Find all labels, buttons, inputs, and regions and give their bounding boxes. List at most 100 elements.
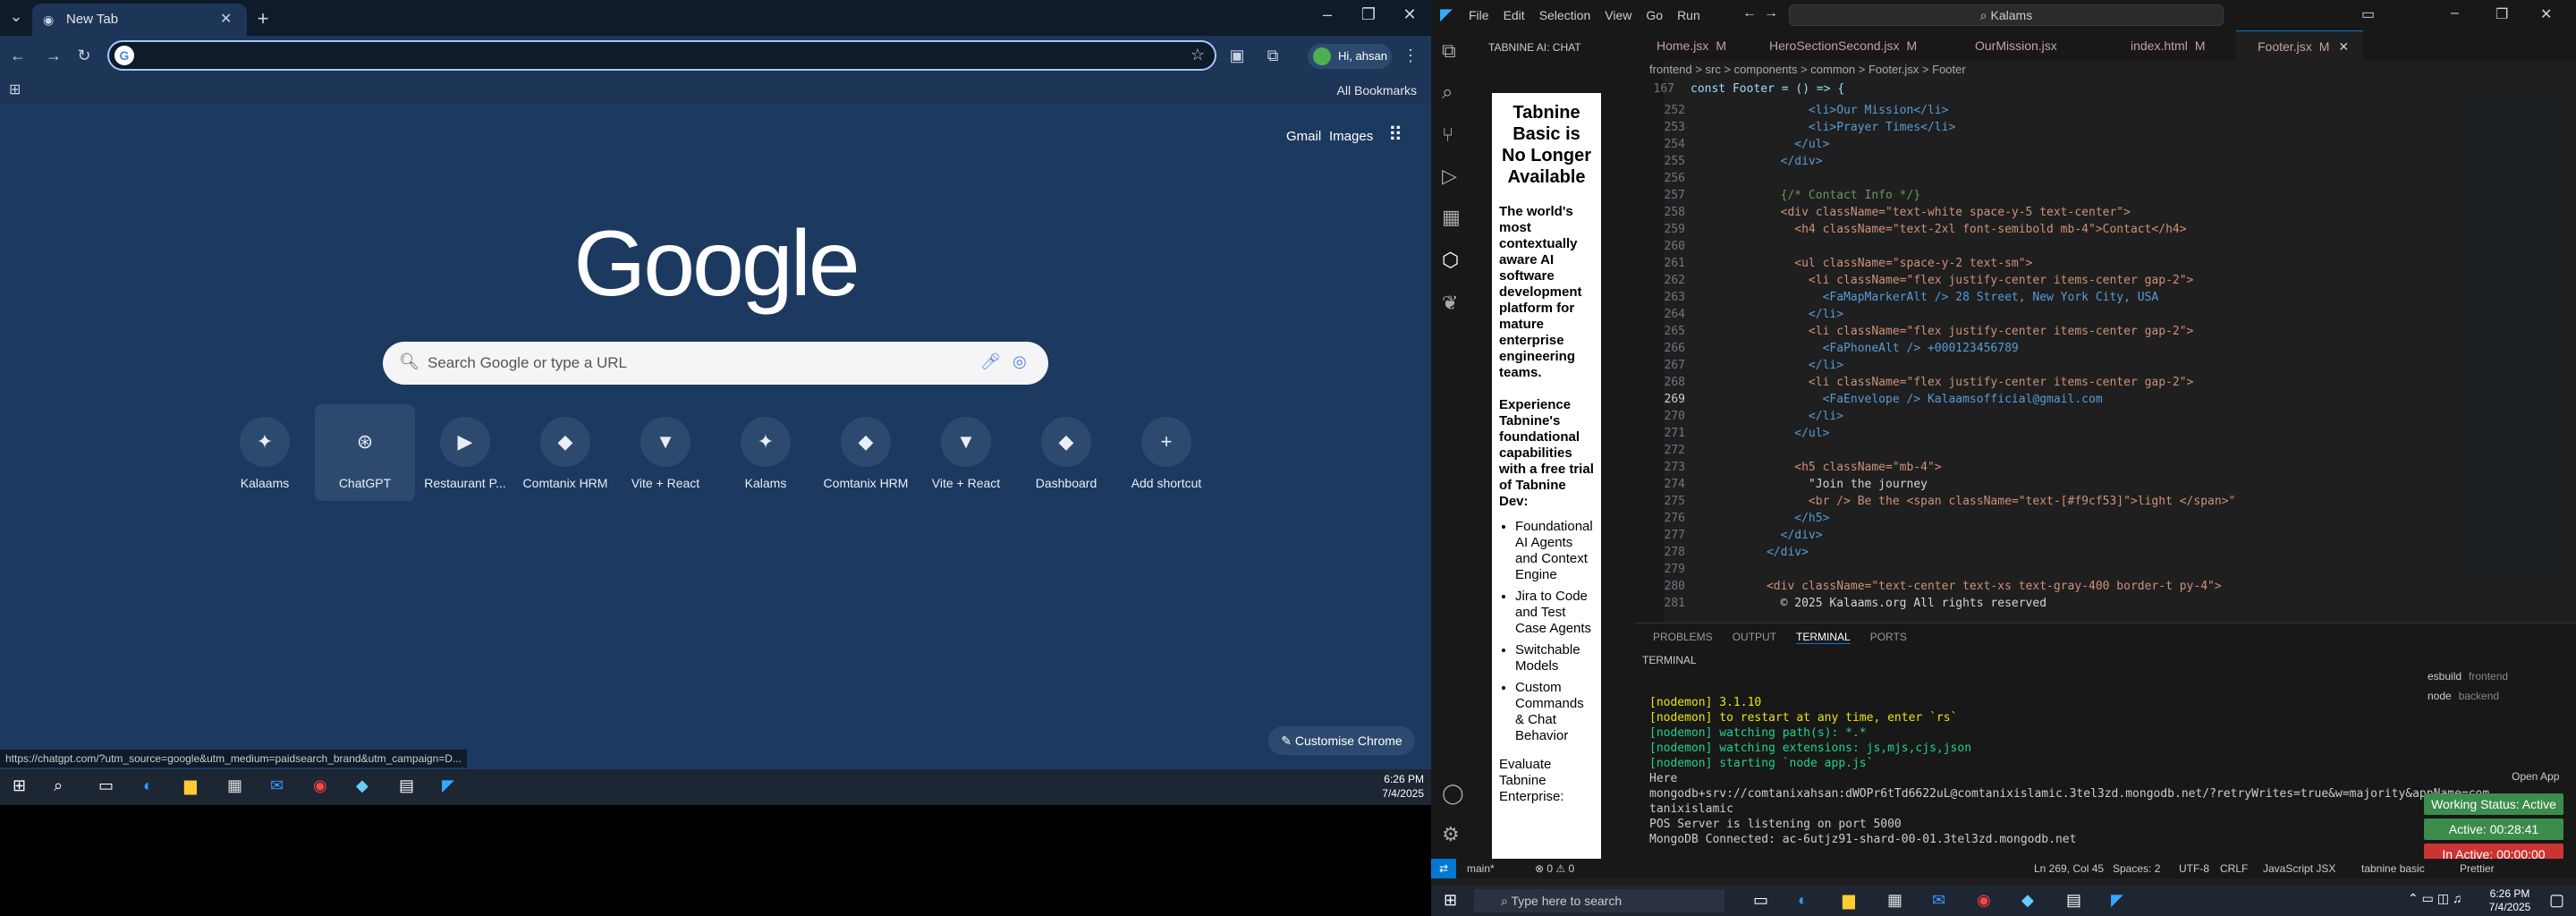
menu-icon[interactable]: ⋮ (1402, 47, 1419, 65)
shortcut-tile[interactable]: ▼ Vite + React (916, 404, 1016, 501)
gmail-link[interactable]: Gmail (1286, 129, 1321, 144)
editor-tab[interactable]: index.html M (2109, 30, 2236, 61)
cursor-position[interactable]: Ln 269, Col 45 (2034, 859, 2104, 878)
edge-icon[interactable]: ◐ (1798, 891, 1808, 910)
address-bar[interactable]: G ☆ (107, 40, 1216, 71)
editor-tab[interactable]: Home.jsx M (1635, 30, 1748, 61)
git-branch[interactable]: main* (1467, 859, 1495, 878)
tabnine-status[interactable]: tabnine basic (2361, 859, 2425, 878)
forward-icon[interactable]: → (45, 47, 63, 65)
encoding[interactable]: UTF-8 (2179, 859, 2209, 878)
notifications-icon[interactable]: ▢ (2549, 891, 2564, 910)
working-status-button[interactable]: Working Status: Active (2424, 793, 2563, 815)
close-icon[interactable]: ✕ (2540, 5, 2552, 23)
search-icon[interactable]: ⌕ (1442, 81, 1453, 104)
terminal-instance[interactable]: esbuild frontend (2428, 670, 2571, 690)
google-apps-icon[interactable]: ⠿ (1388, 123, 1402, 147)
extension-icon[interactable]: ▣ (1227, 47, 1247, 65)
task-view-icon[interactable]: ▭ (1753, 891, 1768, 910)
search-box[interactable]: 🔍︎ Search Google or type a URL 🎤︎ ◎ (383, 342, 1048, 385)
editor-tab[interactable]: HeroSectionSecond.jsx M (1748, 30, 1953, 61)
account-icon[interactable]: ◯ (1442, 782, 1464, 805)
terminal-instance[interactable]: node backend (2428, 690, 2571, 709)
panel-tab[interactable]: OUTPUT (1733, 631, 1776, 643)
all-bookmarks[interactable]: All Bookmarks (1337, 83, 1417, 98)
tabnine-icon[interactable]: ⬡ (1442, 249, 1459, 272)
menu-item[interactable]: Selection (1539, 8, 1591, 22)
close-window-icon[interactable]: ✕ (1399, 5, 1420, 24)
search-icon[interactable]: ⌕ (54, 776, 63, 795)
minimize-icon[interactable]: – (1317, 5, 1338, 24)
new-tab-icon[interactable]: + (252, 7, 274, 30)
shortcut-tile[interactable]: ⊛ ChatGPT (315, 404, 415, 501)
prettier-status[interactable]: Prettier (2460, 859, 2495, 878)
chrome-icon[interactable]: ◉ (313, 776, 327, 795)
mail-icon[interactable]: ✉ (270, 776, 284, 795)
lens-icon[interactable]: ◎ (1013, 352, 1027, 371)
menu-item[interactable]: Run (1677, 8, 1700, 22)
shortcut-tile[interactable]: ◆ Dashboard (1016, 404, 1116, 501)
source-control-icon[interactable]: ⑂ (1442, 123, 1453, 147)
menu-item[interactable]: File (1469, 8, 1489, 22)
settings-gear-icon[interactable]: ⚙ (1442, 823, 1460, 846)
panel-tab[interactable]: PORTS (1870, 631, 1907, 643)
tab-new-tab[interactable]: ◉ New Tab ✕ (32, 4, 247, 36)
terminal-output[interactable]: [nodemon] 3.1.10 [nodemon] to restart at … (1649, 695, 2489, 847)
maximize-icon[interactable]: ❐ (1358, 5, 1379, 24)
file-explorer-icon[interactable]: ▆ (184, 776, 197, 795)
reload-icon[interactable]: ↻ (75, 47, 93, 65)
edge-icon[interactable]: ◐ (143, 776, 153, 795)
problems-errors[interactable]: ⊗ 0 ⚠ 0 (1535, 859, 1574, 878)
command-center[interactable]: ⌕ Kalams (1789, 4, 2224, 26)
nav-back-icon[interactable]: ← (1742, 5, 1757, 21)
indent[interactable]: Spaces: 2 (2113, 859, 2160, 878)
maximize-icon[interactable]: ❐ (2496, 5, 2508, 23)
windows-start-icon[interactable]: ⊞ (13, 776, 26, 795)
shortcut-tile[interactable]: ▼ Vite + React (615, 404, 716, 501)
menu-item[interactable]: Edit (1504, 8, 1525, 22)
minimap[interactable] (2460, 89, 2558, 572)
minimize-icon[interactable]: – (2451, 5, 2459, 21)
bookmark-star-icon[interactable]: ☆ (1188, 46, 1208, 64)
language-mode[interactable]: JavaScript JSX (2263, 859, 2335, 878)
extensions-icon[interactable]: ▦ (1442, 206, 1461, 229)
panel-tab[interactable]: TERMINAL (1796, 631, 1851, 644)
windows-start-icon[interactable]: ⊞ (1444, 891, 1457, 910)
code-editor[interactable]: 252 <li>Our Mission</li> 253 <li>Prayer T… (1635, 102, 2440, 635)
shortcut-tile[interactable]: ◆ Comtanix HRM (515, 404, 615, 501)
customise-chrome-button[interactable]: ✎ Customise Chrome (1268, 726, 1415, 755)
close-tab-icon[interactable]: ✕ (2338, 39, 2349, 54)
back-icon[interactable]: ← (9, 47, 27, 65)
vscode-icon[interactable]: ◤ (2111, 891, 2123, 910)
shortcut-tile[interactable]: + Add shortcut (1116, 404, 1216, 501)
shortcut-tile[interactable]: ✦ Kalaams (215, 404, 315, 501)
shortcut-tile[interactable]: ✦ Kalams (716, 404, 816, 501)
editor-tab[interactable]: Footer.jsx M ✕ (2236, 30, 2363, 61)
remote-icon[interactable]: ⇄ (1431, 859, 1456, 878)
taskbar-search[interactable]: ⌕ Type here to search (1474, 889, 1724, 912)
app-icon[interactable]: ◆ (356, 776, 369, 795)
file-explorer-icon[interactable]: ▆ (1843, 891, 1855, 910)
terminal-icon[interactable]: ▤ (2066, 891, 2081, 910)
menu-item[interactable]: Go (1646, 8, 1663, 22)
panel-tab[interactable]: PROBLEMS (1653, 631, 1713, 643)
tab-search-icon[interactable]: ⌄ (7, 7, 25, 26)
store-icon[interactable]: ▦ (227, 776, 242, 795)
images-link[interactable]: Images (1329, 129, 1373, 144)
vscode-icon[interactable]: ◤ (442, 776, 454, 795)
breadcrumb[interactable]: frontend > src > components > common > F… (1649, 63, 1966, 76)
task-view-icon[interactable]: ▭ (98, 776, 114, 795)
open-app-link[interactable]: Open App (2512, 770, 2559, 783)
mail-icon[interactable]: ✉ (1932, 891, 1945, 910)
layout-icon[interactable]: ▭ (2361, 5, 2375, 23)
tray-icon[interactable]: ⌃ ▭ ◫ ♫ (2408, 891, 2462, 906)
shortcut-tile[interactable]: ▶ Restaurant P... (415, 404, 515, 501)
explorer-icon[interactable]: ⧉ (1442, 39, 1456, 63)
mic-icon[interactable]: 🎤︎ (980, 352, 1001, 371)
puzzle-icon[interactable]: ⧉ (1263, 47, 1283, 65)
mongodb-icon[interactable]: ❦ (1442, 292, 1458, 315)
editor-tab[interactable]: OurMission.jsx (1953, 30, 2109, 61)
shortcut-tile[interactable]: ◆ Comtanix HRM (816, 404, 916, 501)
menu-item[interactable]: View (1605, 8, 1631, 22)
app-icon[interactable]: ◆ (2021, 891, 2034, 910)
